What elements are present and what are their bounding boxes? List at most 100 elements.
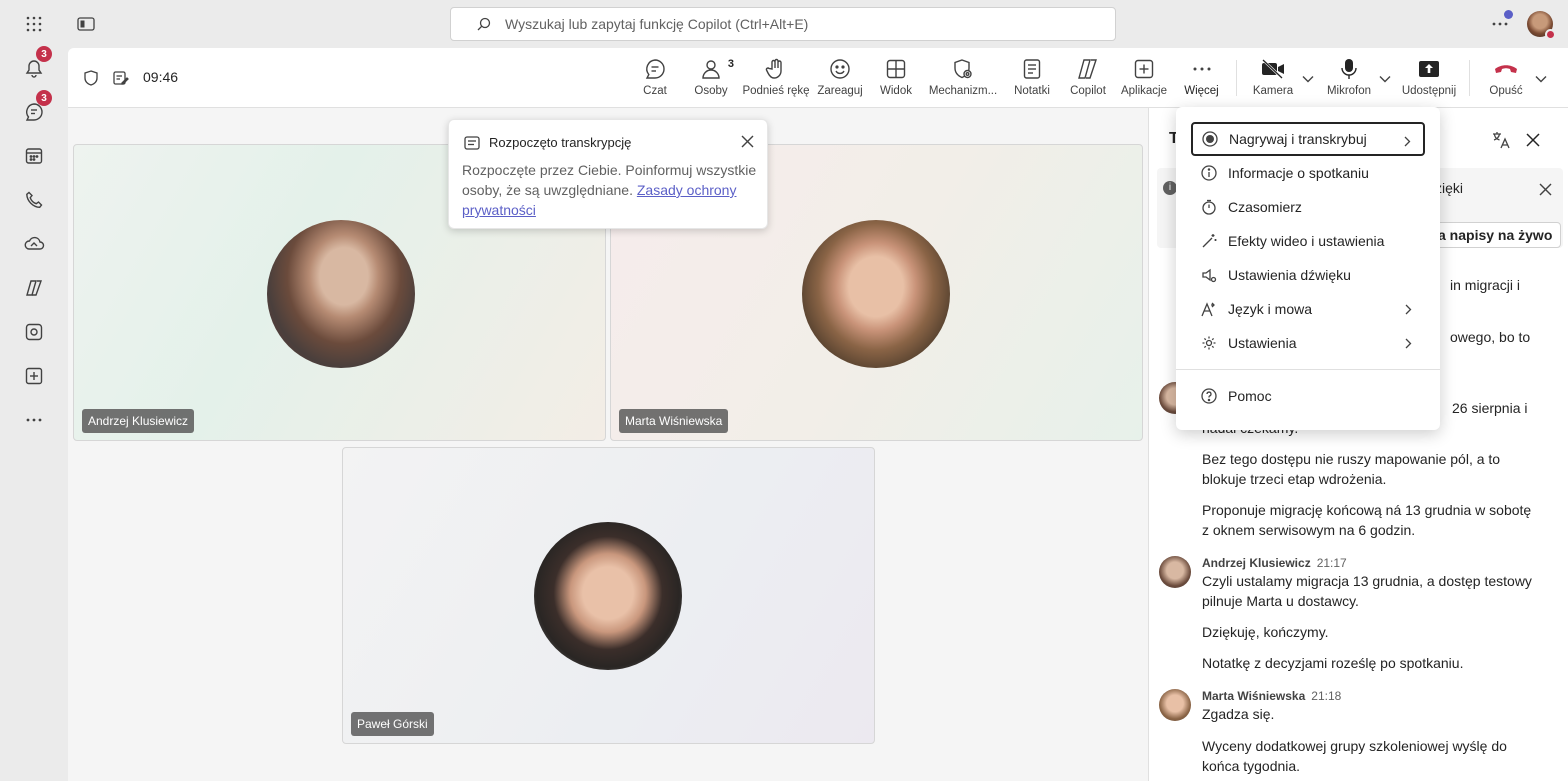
search-icon: [477, 17, 491, 31]
wand-icon: [1200, 232, 1218, 250]
camera-off-icon: [1262, 59, 1284, 79]
transcript-line: Czyli ustalamy migracja 13 grudnia, a do…: [1202, 573, 1532, 609]
add-icon: [25, 367, 43, 385]
cloud-icon: [24, 236, 45, 250]
camera-options-chevron-icon[interactable]: [1302, 70, 1314, 86]
microphone-button[interactable]: Mikrofon: [1326, 56, 1372, 102]
meeting-time: 09:46: [143, 69, 179, 85]
camera-button[interactable]: Kamera: [1253, 56, 1293, 102]
transcript-header: Marta Wiśniewska 21:18: [1202, 689, 1342, 703]
people-button[interactable]: 3 Osoby: [694, 56, 734, 102]
rail-more[interactable]: [18, 404, 50, 436]
menu-item-help[interactable]: Pomoc: [1192, 379, 1424, 413]
notes-button[interactable]: Notatki: [1013, 56, 1051, 102]
calendar-icon: [25, 148, 43, 164]
copilot-icon: [1078, 59, 1097, 79]
transcript-fragment: owego, bo to: [1450, 329, 1531, 345]
participant-name: Andrzej Klusiewicz: [82, 409, 195, 433]
more-menu: Nagrywaj i transkrybuj Informacje o spot…: [1176, 107, 1440, 430]
info-icon: i: [1163, 181, 1177, 195]
transcript-fragment: 26 sierpnia i: [1452, 400, 1528, 416]
more-icon: [26, 418, 42, 422]
rail-add-app[interactable]: [18, 360, 50, 392]
menu-item-record-transcribe[interactable]: Nagrywaj i transkrybuj: [1191, 122, 1425, 156]
participant-tile[interactable]: Paweł Górski: [342, 447, 875, 744]
activity-badge: 3: [36, 46, 52, 62]
meeting-toolbar: 09:46 Czat 3 Osoby Podnieś rękę Zareaguj…: [68, 48, 1568, 109]
more-button[interactable]: Więcej: [1183, 56, 1220, 109]
participant-name: Marta Wiśniewska: [619, 409, 729, 433]
hang-up-icon: [1495, 65, 1517, 73]
app-rail: 3 3: [0, 46, 68, 781]
hand-icon: [765, 58, 782, 79]
view-button[interactable]: Widok: [879, 56, 913, 102]
chevron-right-icon: [1405, 302, 1412, 318]
more-icon: [1193, 67, 1210, 71]
menu-item-timer[interactable]: Czasomierz: [1192, 190, 1424, 224]
search-input[interactable]: Wyszukaj lub zapytaj funkcję Copilot (Ct…: [450, 7, 1116, 41]
profile-avatar[interactable]: [1527, 11, 1556, 40]
chevron-right-icon: [1404, 134, 1411, 150]
people-icon: [702, 60, 720, 79]
info-icon: [1200, 164, 1218, 182]
avatar: [802, 220, 950, 368]
participant-name: Paweł Górski: [351, 712, 434, 736]
raise-hand-button[interactable]: Podnieś rękę: [742, 56, 810, 102]
avatar: [267, 220, 415, 368]
react-button[interactable]: Zareaguj: [817, 56, 863, 102]
timer-icon: [1200, 198, 1218, 216]
rail-activity[interactable]: 3: [18, 46, 52, 84]
microphone-icon: [1341, 59, 1357, 79]
mic-options-chevron-icon[interactable]: [1379, 70, 1391, 86]
people-count: 3: [727, 58, 734, 70]
chat-button[interactable]: Czat: [642, 56, 668, 102]
close-icon[interactable]: [741, 135, 754, 151]
emoji-icon: [830, 59, 850, 79]
menu-item-video-effects[interactable]: Efekty wideo i ustawienia: [1192, 224, 1424, 258]
avatar: [534, 522, 682, 670]
copilot-icon: [26, 280, 42, 296]
transcript-header: Andrzej Klusiewicz 21:17: [1202, 556, 1347, 570]
rail-chat[interactable]: 3: [18, 90, 52, 128]
toolbar-separator: [1236, 60, 1237, 96]
shield-icon[interactable]: [84, 70, 98, 89]
share-button[interactable]: Udostępnij: [1402, 56, 1456, 102]
menu-item-meeting-info[interactable]: Informacje o spotkaniu: [1192, 156, 1424, 190]
transcript-line: Proponuje migrację końcową ná 13 grudnia…: [1202, 502, 1532, 538]
leave-button[interactable]: Opuść: [1488, 56, 1524, 102]
app-launcher-icon[interactable]: [18, 8, 50, 40]
title-bar: Wyszukaj lub zapytaj funkcję Copilot (Ct…: [0, 0, 1568, 48]
sidebar-toggle-icon[interactable]: [70, 8, 102, 40]
speaker-settings-icon: [1200, 266, 1218, 284]
menu-divider: [1176, 369, 1440, 370]
toast-title: Rozpoczęto transkrypcję: [489, 135, 632, 150]
apps-button[interactable]: Aplikacje: [1121, 56, 1167, 102]
search-placeholder: Wyszukaj lub zapytaj funkcję Copilot (Ct…: [505, 16, 809, 32]
leave-options-chevron-icon[interactable]: [1535, 70, 1547, 86]
gear-icon: [1200, 334, 1218, 352]
transcript-line: Notatkę z decyzjami roześlę po spotkaniu…: [1202, 655, 1464, 671]
translate-icon[interactable]: [1491, 130, 1511, 153]
avatar: [1159, 689, 1191, 721]
toolbar-separator: [1469, 60, 1470, 96]
notification-dot: [1504, 10, 1513, 19]
phone-icon: [26, 191, 43, 209]
mechanisms-button[interactable]: Mechanizm...: [929, 56, 997, 102]
notes-icon: [1023, 59, 1041, 79]
transcript-line: Bez tego dostępu nie ruszy mapowanie pól…: [1202, 451, 1501, 487]
close-banner-icon[interactable]: [1539, 183, 1552, 199]
notes-edit-icon[interactable]: [113, 70, 129, 89]
menu-item-language-speech[interactable]: Język i mowa: [1192, 292, 1424, 326]
rail-copilot[interactable]: [18, 272, 50, 304]
rail-calendar[interactable]: [18, 140, 50, 172]
menu-item-audio-settings[interactable]: Ustawienia dźwięku: [1192, 258, 1424, 292]
chat-icon: [645, 59, 665, 79]
rail-onedrive[interactable]: [18, 228, 50, 260]
transcript-line: Zgadza się.: [1202, 706, 1275, 722]
menu-item-settings[interactable]: Ustawienia: [1192, 326, 1424, 360]
close-panel-icon[interactable]: [1526, 133, 1540, 150]
transcript-icon: [464, 136, 480, 153]
copilot-button[interactable]: Copilot: [1069, 56, 1107, 102]
rail-apps-settings[interactable]: [18, 316, 50, 348]
rail-calls[interactable]: [18, 184, 50, 216]
